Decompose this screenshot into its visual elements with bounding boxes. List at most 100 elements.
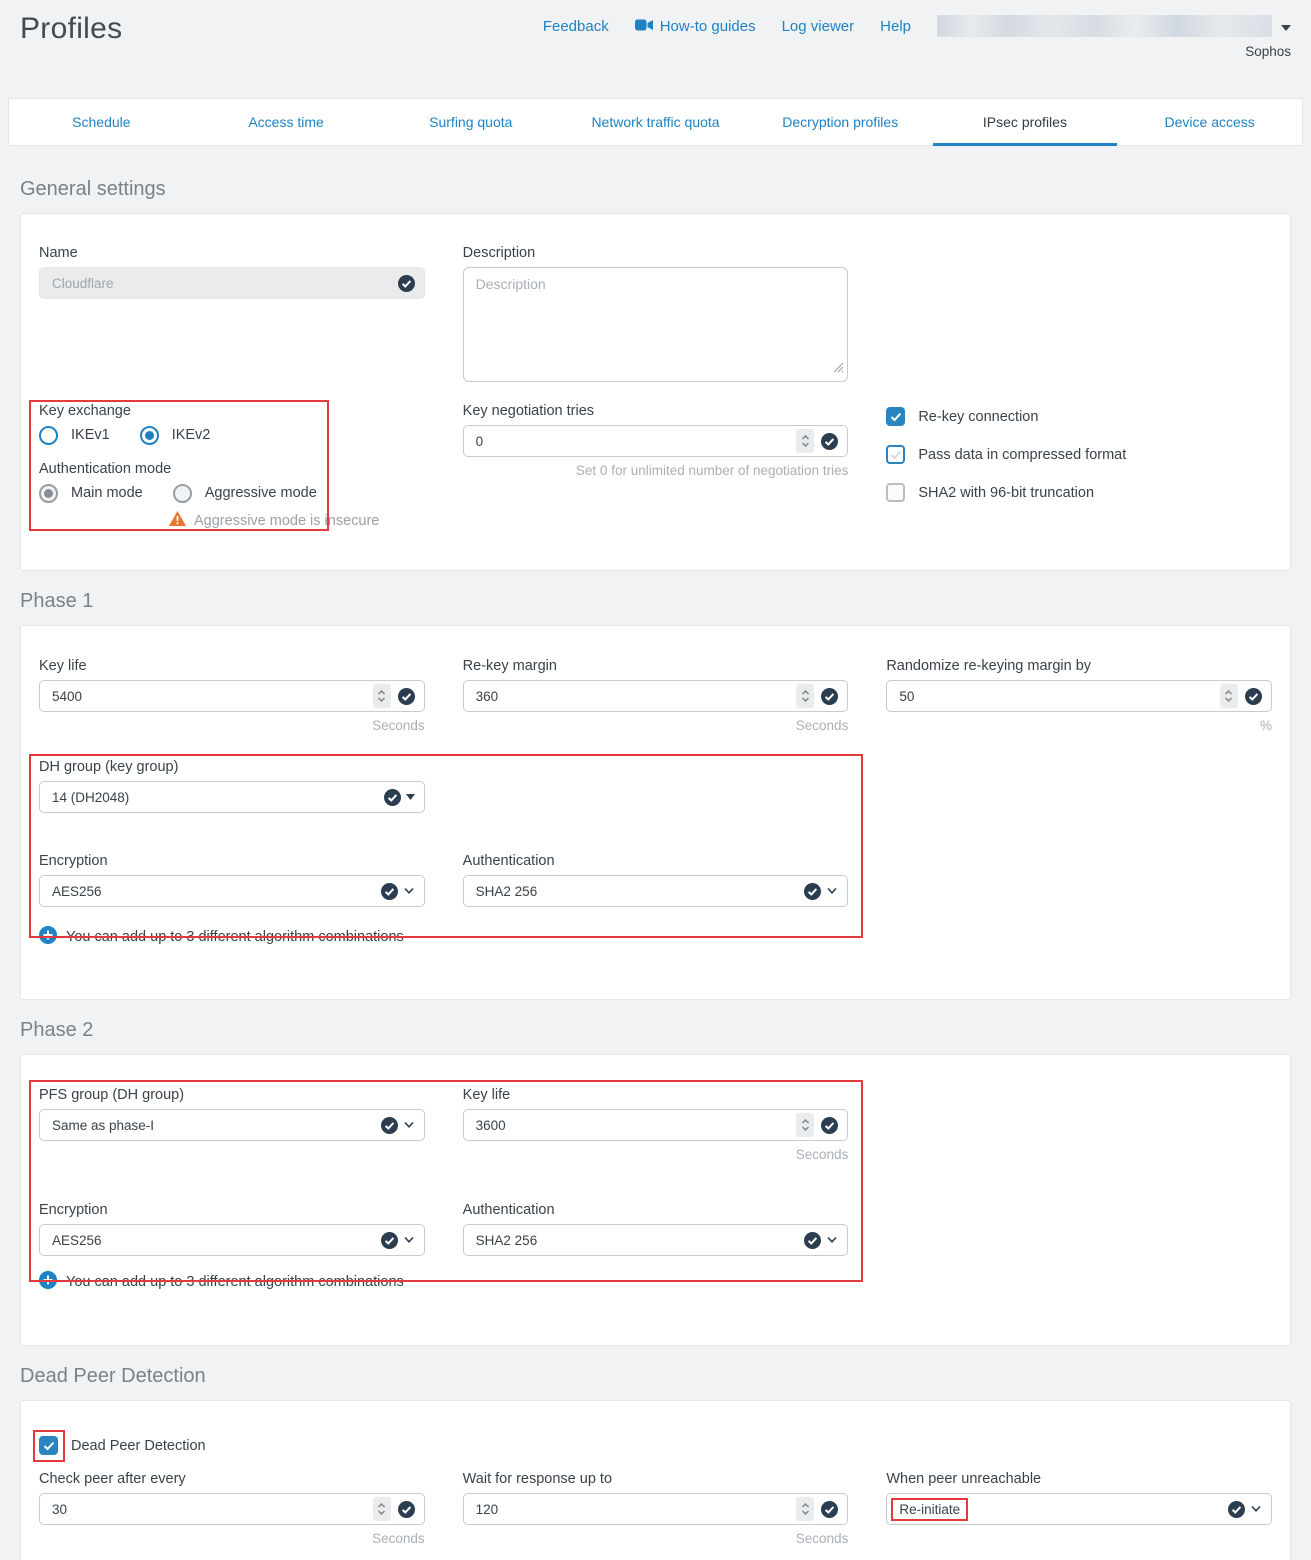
compressed-format-row[interactable]: Pass data in compressed format bbox=[886, 445, 1272, 464]
tab-bar: Schedule Access time Surfing quota Netwo… bbox=[8, 98, 1303, 146]
name-input-wrap bbox=[39, 267, 425, 299]
phase1-authentication-select[interactable]: SHA2 256 bbox=[463, 875, 849, 907]
header-nav: Feedback How-to guides Log viewer Help bbox=[543, 15, 1291, 37]
sha2-truncation-label: SHA2 with 96-bit truncation bbox=[918, 485, 1094, 501]
number-stepper[interactable] bbox=[796, 1497, 814, 1521]
dpd-wait-response-input[interactable] bbox=[464, 1502, 797, 1517]
dpd-when-unreachable-select[interactable]: Re-initiate bbox=[886, 1493, 1272, 1525]
phase1-randomize-margin-input[interactable] bbox=[887, 689, 1220, 704]
dpd-when-unreachable-label: When peer unreachable bbox=[886, 1471, 1272, 1487]
rekey-connection-row[interactable]: Re-key connection bbox=[886, 407, 1272, 426]
general-settings-heading: General settings bbox=[20, 178, 1291, 201]
feedback-link[interactable]: Feedback bbox=[543, 18, 609, 35]
phase1-key-life-unit: Seconds bbox=[39, 718, 425, 733]
tab-decryption-profiles[interactable]: Decryption profiles bbox=[748, 99, 933, 145]
log-viewer-link[interactable]: Log viewer bbox=[782, 18, 855, 35]
valid-check-icon bbox=[821, 1117, 838, 1134]
chevron-down-icon bbox=[826, 887, 838, 895]
phase2-add-combination[interactable]: You can add up to 3 different algorithm … bbox=[39, 1271, 1272, 1293]
phase1-randomize-margin-unit: % bbox=[886, 718, 1272, 733]
radio-main-mode-label: Main mode bbox=[71, 485, 143, 501]
valid-check-icon bbox=[804, 883, 821, 900]
auth-mode-label: Authentication mode bbox=[39, 461, 425, 477]
help-link[interactable]: Help bbox=[880, 18, 911, 35]
rekey-connection-label: Re-key connection bbox=[918, 409, 1038, 425]
valid-check-icon bbox=[821, 433, 838, 450]
dpd-enable-checkbox[interactable] bbox=[39, 1436, 58, 1455]
rekey-connection-checkbox[interactable] bbox=[886, 407, 905, 426]
account-menu[interactable] bbox=[937, 15, 1291, 37]
valid-check-icon bbox=[1228, 1501, 1245, 1518]
phase2-pfs-group-select[interactable]: Same as phase-I bbox=[39, 1109, 425, 1141]
phase1-dh-group-select[interactable]: 14 (DH2048) bbox=[39, 781, 425, 813]
phase1-dh-group-field: DH group (key group) 14 (DH2048) bbox=[39, 759, 425, 813]
radio-aggressive-mode[interactable] bbox=[173, 484, 192, 503]
valid-check-icon bbox=[398, 275, 415, 292]
phase1-dh-group-label: DH group (key group) bbox=[39, 759, 425, 775]
tab-device-access[interactable]: Device access bbox=[1117, 99, 1302, 145]
dpd-wait-response-label: Wait for response up to bbox=[463, 1471, 849, 1487]
valid-check-icon bbox=[398, 688, 415, 705]
number-stepper[interactable] bbox=[796, 684, 814, 708]
chevron-down-icon bbox=[403, 1236, 415, 1244]
phase1-key-life-input[interactable] bbox=[40, 689, 373, 704]
radio-ikev1[interactable] bbox=[39, 426, 58, 445]
valid-check-icon bbox=[804, 1232, 821, 1249]
radio-main-mode[interactable] bbox=[39, 484, 58, 503]
valid-check-icon bbox=[1245, 688, 1262, 705]
phase2-key-life-input[interactable] bbox=[464, 1118, 797, 1133]
chevron-down-icon bbox=[403, 887, 415, 895]
phase2-authentication-select[interactable]: SHA2 256 bbox=[463, 1224, 849, 1256]
compressed-format-checkbox[interactable] bbox=[886, 445, 905, 464]
key-negotiation-field: Key negotiation tries Set 0 for unlimite… bbox=[463, 403, 849, 530]
number-stepper[interactable] bbox=[373, 684, 391, 708]
valid-check-icon bbox=[381, 1232, 398, 1249]
dpd-enable-row[interactable]: Dead Peer Detection bbox=[39, 1436, 1272, 1455]
valid-check-icon bbox=[381, 1117, 398, 1134]
tab-access-time[interactable]: Access time bbox=[194, 99, 379, 145]
phase2-encryption-select[interactable]: AES256 bbox=[39, 1224, 425, 1256]
dpd-card: Dead Peer Detection Check peer after eve… bbox=[20, 1400, 1291, 1560]
number-stepper[interactable] bbox=[796, 429, 814, 453]
account-name-redacted bbox=[937, 15, 1272, 37]
tab-surfing-quota[interactable]: Surfing quota bbox=[378, 99, 563, 145]
valid-check-icon bbox=[821, 688, 838, 705]
description-textarea[interactable] bbox=[463, 267, 849, 382]
plus-circle-icon[interactable] bbox=[39, 1271, 57, 1293]
phase1-rekey-margin-unit: Seconds bbox=[463, 718, 849, 733]
auth-mode-options: Main mode Aggressive mode bbox=[39, 483, 425, 503]
phase2-key-life-field: Key life Seconds bbox=[463, 1087, 849, 1162]
sha2-truncation-row[interactable]: SHA2 with 96-bit truncation bbox=[886, 483, 1272, 502]
radio-ikev2[interactable] bbox=[140, 426, 159, 445]
sha2-truncation-checkbox[interactable] bbox=[886, 483, 905, 502]
phase1-encryption-select[interactable]: AES256 bbox=[39, 875, 425, 907]
valid-check-icon bbox=[398, 1501, 415, 1518]
number-stepper[interactable] bbox=[796, 1113, 814, 1137]
valid-check-icon bbox=[821, 1501, 838, 1518]
name-input[interactable] bbox=[40, 276, 398, 291]
plus-circle-icon[interactable] bbox=[39, 926, 57, 948]
dpd-check-peer-input[interactable] bbox=[40, 1502, 373, 1517]
option-checkboxes: Re-key connection Pass data in compresse… bbox=[886, 407, 1272, 530]
tab-network-traffic-quota[interactable]: Network traffic quota bbox=[563, 99, 748, 145]
radio-aggressive-mode-label: Aggressive mode bbox=[205, 485, 317, 501]
brand-label: Sophos bbox=[1245, 44, 1291, 59]
number-stepper[interactable] bbox=[1220, 684, 1238, 708]
dpd-enable-label: Dead Peer Detection bbox=[71, 1438, 206, 1454]
phase2-key-life-label: Key life bbox=[463, 1087, 849, 1103]
aggressive-mode-warning-text: Aggressive mode is insecure bbox=[194, 513, 379, 529]
resize-grip-icon[interactable] bbox=[833, 360, 844, 378]
phase2-add-note-text: You can add up to 3 different algorithm … bbox=[66, 1274, 404, 1290]
phase2-authentication-label: Authentication bbox=[463, 1202, 849, 1218]
tab-ipsec-profiles[interactable]: IPsec profiles bbox=[933, 99, 1118, 145]
phase1-rekey-margin-input[interactable] bbox=[464, 689, 797, 704]
chevron-down-icon bbox=[1281, 18, 1291, 35]
key-negotiation-input[interactable] bbox=[464, 434, 797, 449]
phase1-add-combination[interactable]: You can add up to 3 different algorithm … bbox=[39, 926, 1272, 948]
dpd-check-peer-label: Check peer after every bbox=[39, 1471, 425, 1487]
number-stepper[interactable] bbox=[373, 1497, 391, 1521]
howto-guides-link[interactable]: How-to guides bbox=[635, 18, 756, 35]
tab-schedule[interactable]: Schedule bbox=[9, 99, 194, 145]
warning-triangle-icon bbox=[169, 511, 186, 530]
aggressive-mode-warning: Aggressive mode is insecure bbox=[169, 511, 425, 530]
